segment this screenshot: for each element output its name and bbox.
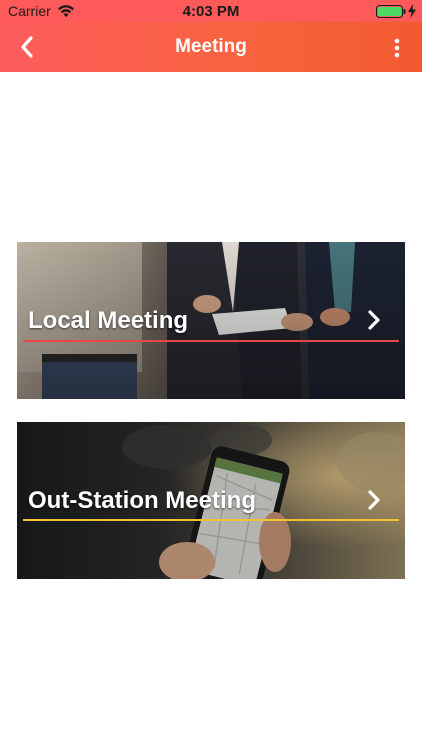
vertical-dots-icon: [394, 38, 400, 58]
page-title: Meeting: [175, 36, 247, 57]
out-station-meeting-underline: [23, 519, 399, 521]
charging-bolt-icon: [408, 4, 416, 18]
status-time: 4:03 PM: [182, 3, 240, 20]
out-station-meeting-label: Out-Station Meeting: [28, 487, 256, 514]
battery-icon: [376, 5, 406, 18]
nav-bar: Meeting: [0, 22, 422, 72]
out-station-meeting-card[interactable]: Out-Station Meeting: [17, 422, 405, 579]
local-meeting-underline: [23, 340, 399, 342]
chevron-right-icon: [368, 490, 380, 510]
status-bar: Carrier 4:03 PM: [0, 0, 422, 22]
more-options-button[interactable]: [384, 34, 410, 62]
chevron-right-icon: [368, 310, 380, 330]
local-meeting-card[interactable]: Local Meeting: [17, 242, 405, 399]
local-meeting-label: Local Meeting: [28, 307, 189, 334]
